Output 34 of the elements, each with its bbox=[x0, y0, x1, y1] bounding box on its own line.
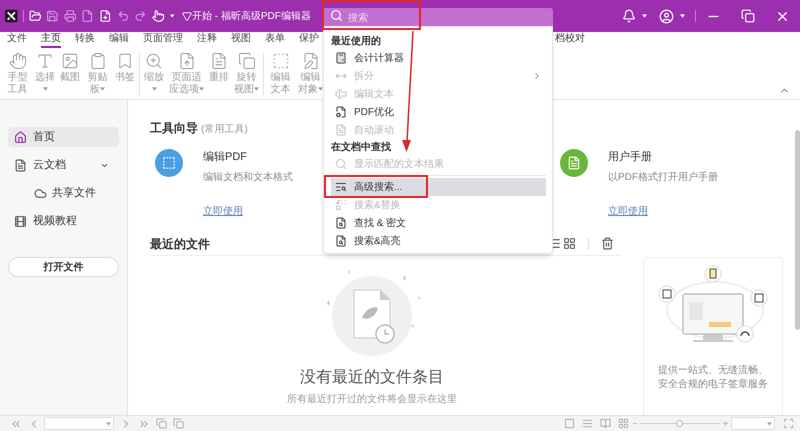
section-title: 工具向导 bbox=[150, 120, 198, 137]
menu-tab[interactable]: 保护 bbox=[299, 32, 319, 48]
card-title: 编辑PDF bbox=[203, 150, 248, 165]
menu-tab[interactable]: 转换 bbox=[75, 32, 95, 48]
menu-item[interactable]: 查找 & 密文 bbox=[331, 214, 546, 232]
menu-section-title: 最近使用的 bbox=[331, 34, 382, 48]
window-title: 开始 - 福昕高级PDF编辑器 bbox=[192, 10, 312, 24]
use-now-link[interactable]: 立即使用 bbox=[203, 204, 243, 218]
sidebar-item[interactable]: 云文档 bbox=[8, 155, 119, 175]
menu-tab[interactable]: 视图 bbox=[231, 32, 251, 48]
card-description: 编辑文档和文本格式 bbox=[203, 170, 293, 184]
empty-state-title: 没有最近的文件条目 bbox=[300, 368, 444, 388]
sidebar-item[interactable]: 视频教程 bbox=[8, 211, 119, 231]
menu-tab[interactable]: 编辑 bbox=[109, 32, 129, 48]
menu-tab[interactable]: 档校对 bbox=[555, 32, 585, 48]
card-title: 用户手册 bbox=[608, 150, 653, 165]
use-now-link[interactable]: 立即使用 bbox=[608, 204, 648, 218]
menu-item[interactable]: 会计计算器 bbox=[331, 49, 546, 67]
menu-section-title: 在文档中查找 bbox=[331, 140, 392, 154]
open-file-button[interactable]: 打开文件 bbox=[8, 257, 119, 277]
sidebar-item[interactable]: 首页 bbox=[8, 127, 119, 147]
card-description: 以PDF格式打开用户手册 bbox=[608, 170, 718, 184]
menu-item[interactable]: PDF优化 bbox=[331, 103, 546, 121]
menu-item[interactable]: 搜索&高亮 bbox=[331, 232, 546, 250]
promo-text: 提供一站式、无缝流畅、安全合规的电子签章服务 bbox=[657, 364, 769, 392]
section-subtitle: (常用工具) bbox=[201, 122, 248, 137]
menu-tab[interactable]: 表单 bbox=[265, 32, 285, 48]
menu-tab[interactable]: 文件 bbox=[7, 32, 27, 48]
menu-tab[interactable]: 注释 bbox=[197, 32, 217, 48]
empty-state-hint: 所有最近打开过的文件将会显示在这里 bbox=[287, 392, 457, 406]
menu-item[interactable]: 高级搜索... bbox=[331, 178, 546, 196]
section-title: 最近的文件 bbox=[150, 236, 210, 252]
menu-tab[interactable]: 页面管理 bbox=[143, 32, 183, 48]
sidebar-item[interactable]: 共享文件 bbox=[8, 183, 119, 203]
